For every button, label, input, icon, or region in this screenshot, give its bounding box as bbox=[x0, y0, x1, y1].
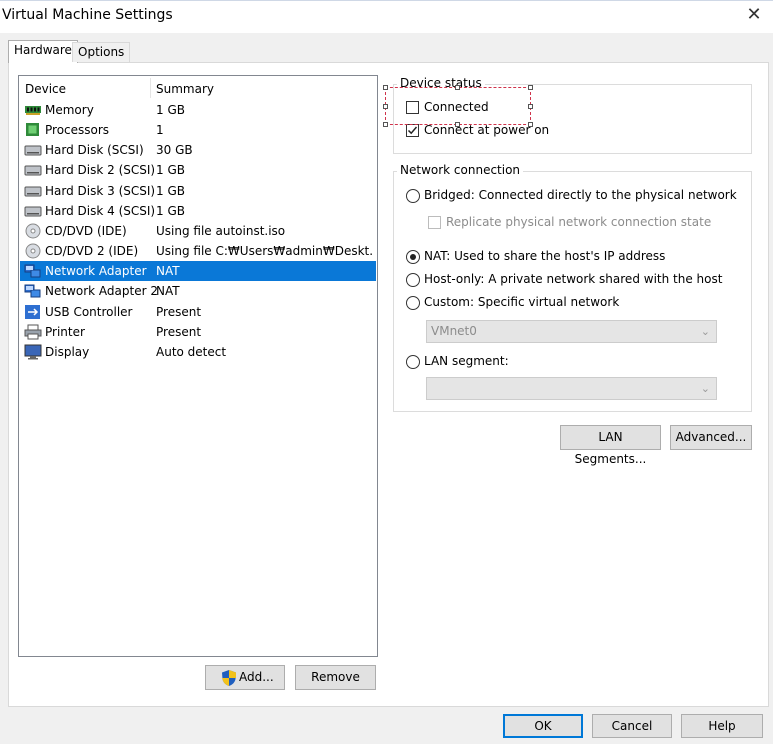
device-row-display[interactable]: Display Auto detect bbox=[20, 342, 376, 362]
device-name: CD/DVD (IDE) bbox=[45, 223, 127, 238]
device-summary: 1 GB bbox=[156, 203, 185, 218]
replicate-checkbox[interactable] bbox=[428, 216, 441, 229]
device-name: Network Adapter bbox=[45, 264, 147, 279]
lan-segments-button[interactable]: LAN Segments... bbox=[560, 425, 661, 466]
device-name: Hard Disk 3 (SCSI) bbox=[45, 183, 156, 198]
device-row-hard-disk-4-scsi[interactable]: Hard Disk 4 (SCSI) 1 GB bbox=[20, 201, 376, 221]
host-only-label[interactable]: Host-only: A private network shared with… bbox=[424, 272, 722, 286]
processor-icon bbox=[24, 122, 42, 138]
device-name: Hard Disk 2 (SCSI) bbox=[45, 163, 156, 178]
bridged-radio[interactable] bbox=[406, 189, 420, 203]
device-summary: Auto detect bbox=[156, 344, 227, 359]
cancel-button[interactable]: Cancel bbox=[592, 714, 672, 738]
resize-handle bbox=[383, 85, 388, 90]
host-only-radio[interactable] bbox=[406, 273, 420, 287]
focus-outline bbox=[385, 87, 531, 125]
hard-disk-icon bbox=[24, 203, 42, 219]
device-summary: Using file autoinst.iso bbox=[156, 223, 286, 238]
device-row-network-adapter-2[interactable]: Network Adapter 2 NAT bbox=[20, 281, 376, 301]
resize-handle bbox=[383, 122, 388, 127]
close-icon[interactable]: ✕ bbox=[743, 4, 765, 26]
device-row-hard-disk-2-scsi[interactable]: Hard Disk 2 (SCSI) 1 GB bbox=[20, 160, 376, 180]
window-title: Virtual Machine Settings bbox=[2, 7, 173, 23]
device-summary: NAT bbox=[156, 284, 180, 299]
network-adapter-icon bbox=[24, 283, 42, 299]
chevron-down-icon: ⌄ bbox=[700, 382, 710, 395]
device-summary: Using file C:₩Users₩admin₩Deskt... bbox=[156, 244, 374, 259]
tab-options[interactable]: Options bbox=[72, 42, 131, 62]
printer-icon bbox=[24, 324, 42, 340]
device-name: Network Adapter 2 bbox=[45, 284, 158, 299]
column-header-summary[interactable]: Summary bbox=[156, 80, 214, 98]
custom-radio[interactable] bbox=[406, 296, 420, 310]
hard-disk-icon bbox=[24, 183, 42, 199]
device-name: Display bbox=[45, 344, 90, 359]
device-row-memory[interactable]: Memory 1 GB bbox=[20, 100, 376, 120]
vmnet-select[interactable]: VMnet0 ⌄ bbox=[426, 320, 717, 343]
cd-dvd-icon bbox=[24, 223, 42, 239]
resize-handle bbox=[383, 104, 388, 109]
device-summary: 1 bbox=[156, 123, 164, 138]
network-adapter-icon bbox=[24, 263, 42, 279]
device-name: Memory bbox=[45, 103, 94, 117]
device-name: Printer bbox=[45, 324, 85, 339]
replicate-label[interactable]: Replicate physical network connection st… bbox=[446, 215, 711, 229]
device-name: CD/DVD 2 (IDE) bbox=[45, 244, 139, 259]
device-row-cd-dvd-2-ide[interactable]: CD/DVD 2 (IDE) Using file C:₩Users₩admin₩… bbox=[20, 241, 376, 261]
device-name: Hard Disk 4 (SCSI) bbox=[45, 203, 156, 218]
device-name: Hard Disk (SCSI) bbox=[45, 143, 144, 158]
tab-hardware[interactable]: Hardware bbox=[8, 40, 78, 63]
help-button[interactable]: Help bbox=[681, 714, 763, 738]
network-connection-group bbox=[393, 171, 752, 412]
device-summary: 30 GB bbox=[156, 143, 193, 158]
hard-disk-icon bbox=[24, 142, 42, 158]
bridged-label[interactable]: Bridged: Connected directly to the physi… bbox=[424, 188, 737, 202]
cd-dvd-icon bbox=[24, 243, 42, 259]
advanced-button[interactable]: Advanced... bbox=[670, 425, 752, 450]
network-connection-title: Network connection bbox=[397, 163, 524, 177]
device-name: Processors bbox=[45, 123, 110, 138]
device-row-processors[interactable]: Processors 1 bbox=[20, 120, 376, 140]
device-summary: 1 GB bbox=[156, 103, 185, 117]
vmnet-select-value: VMnet0 bbox=[431, 324, 477, 338]
shield-icon bbox=[220, 669, 238, 694]
column-header-device[interactable]: Device bbox=[25, 80, 66, 98]
remove-device-button[interactable]: Remove bbox=[295, 665, 376, 690]
device-row-hard-disk-scsi[interactable]: Hard Disk (SCSI) 30 GB bbox=[20, 140, 376, 160]
lan-segment-select[interactable]: ⌄ bbox=[426, 377, 717, 400]
resize-handle bbox=[528, 122, 533, 127]
usb-icon bbox=[24, 304, 42, 320]
device-summary: 1 GB bbox=[156, 183, 185, 198]
nat-label[interactable]: NAT: Used to share the host's IP address bbox=[424, 249, 665, 263]
resize-handle bbox=[455, 122, 460, 127]
lan-segment-radio[interactable] bbox=[406, 355, 420, 369]
column-separator[interactable] bbox=[150, 78, 151, 98]
device-row-hard-disk-3-scsi[interactable]: Hard Disk 3 (SCSI) 1 GB bbox=[20, 181, 376, 201]
device-row-printer[interactable]: Printer Present bbox=[20, 322, 376, 342]
lan-segment-label[interactable]: LAN segment: bbox=[424, 354, 509, 368]
device-row-usb-controller[interactable]: USB Controller Present bbox=[20, 302, 376, 322]
memory-icon bbox=[24, 102, 42, 118]
add-device-button[interactable]: Add... bbox=[205, 665, 285, 690]
ok-button[interactable]: OK bbox=[503, 714, 583, 738]
nat-radio[interactable] bbox=[406, 250, 420, 264]
display-icon bbox=[24, 344, 42, 360]
device-summary: 1 GB bbox=[156, 163, 185, 178]
resize-handle bbox=[528, 85, 533, 90]
device-row-network-adapter[interactable]: Network Adapter NAT bbox=[20, 261, 376, 282]
resize-handle bbox=[528, 104, 533, 109]
device-row-cd-dvd-ide[interactable]: CD/DVD (IDE) Using file autoinst.iso bbox=[20, 221, 376, 241]
add-button-label: Add... bbox=[239, 670, 274, 684]
chevron-down-icon: ⌄ bbox=[700, 325, 710, 338]
device-name: USB Controller bbox=[45, 304, 133, 319]
checkmark-icon bbox=[407, 126, 418, 135]
resize-handle bbox=[455, 85, 460, 90]
device-summary: Present bbox=[156, 324, 202, 339]
device-summary: NAT bbox=[156, 264, 180, 279]
connect-at-power-on-checkbox[interactable] bbox=[406, 124, 419, 137]
hard-disk-icon bbox=[24, 162, 42, 178]
device-summary: Present bbox=[156, 304, 202, 319]
custom-label[interactable]: Custom: Specific virtual network bbox=[424, 295, 619, 309]
